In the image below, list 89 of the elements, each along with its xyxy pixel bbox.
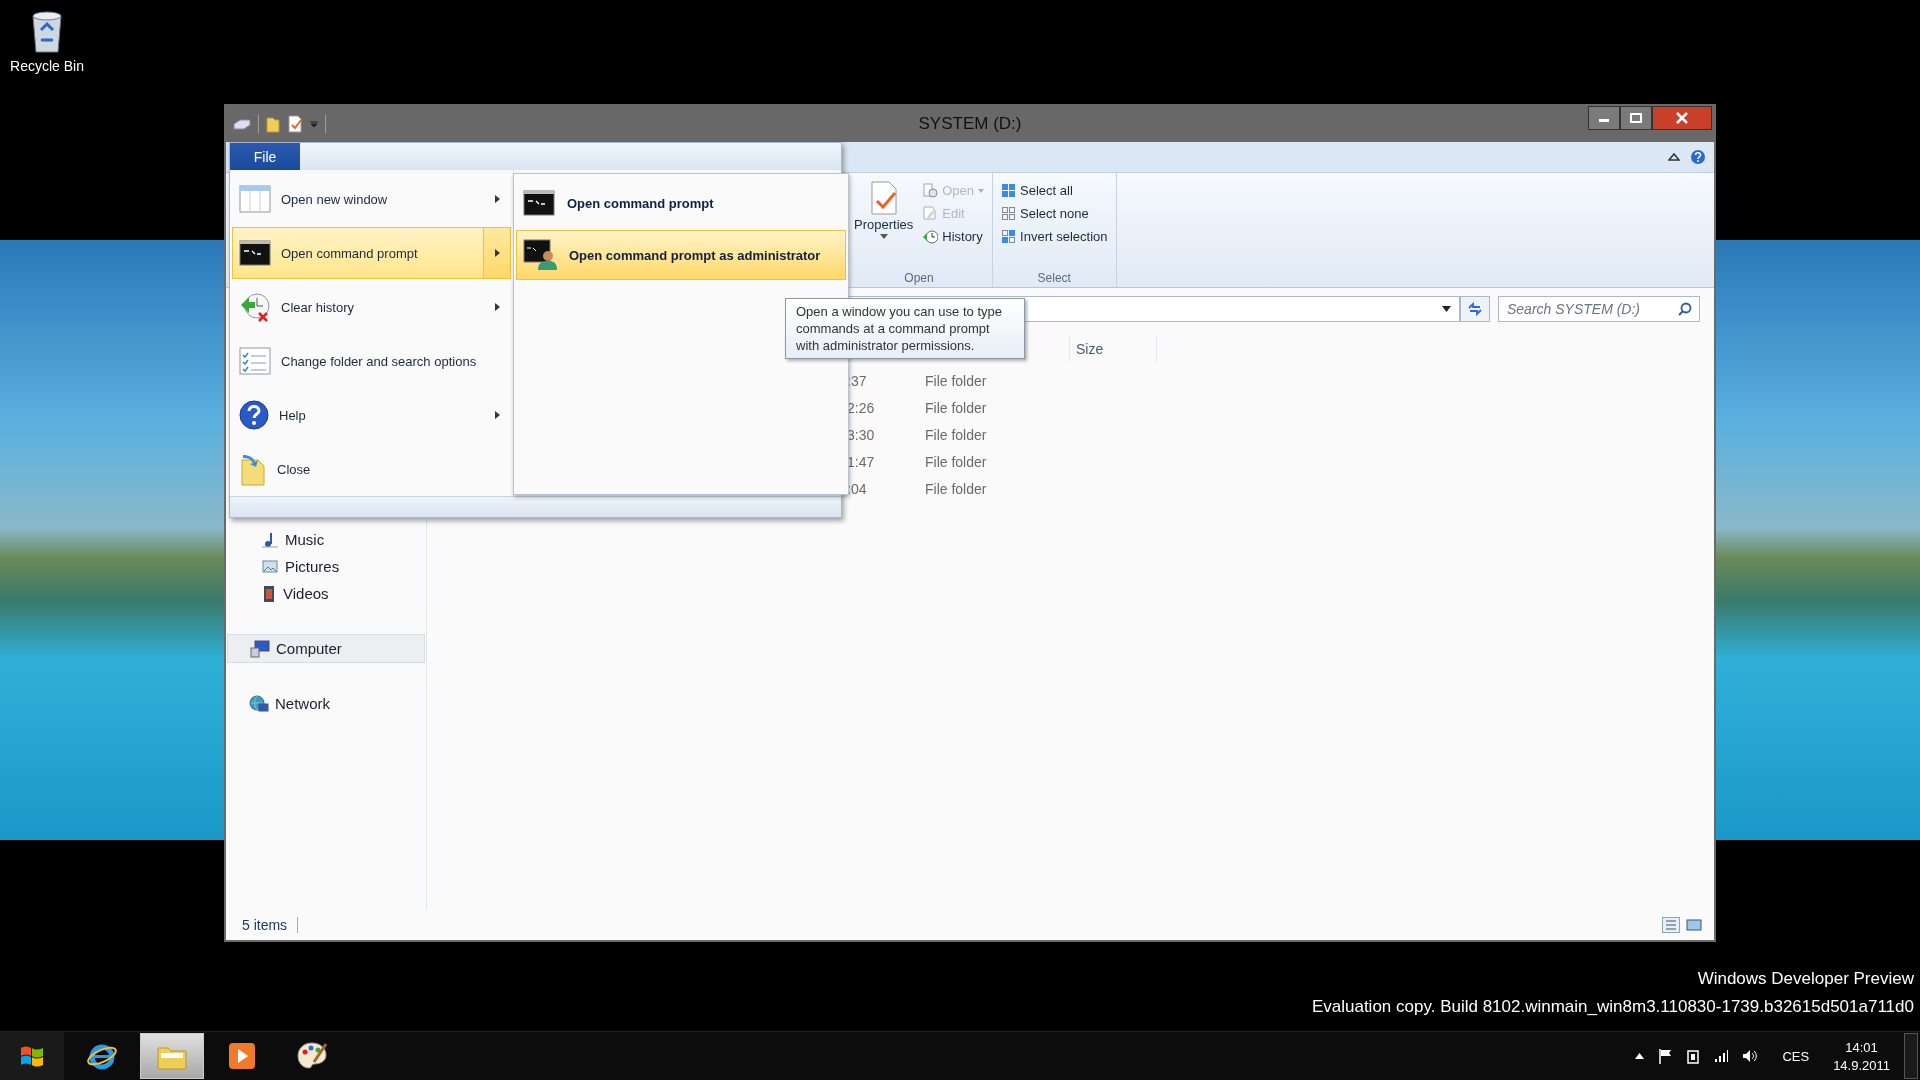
close-button[interactable] bbox=[1652, 106, 1712, 130]
collapse-ribbon-icon[interactable] bbox=[1668, 152, 1680, 162]
menu-item[interactable]: Open new window bbox=[232, 173, 511, 226]
globe-computer-icon bbox=[249, 694, 269, 713]
thumbnails-view-icon[interactable] bbox=[1686, 918, 1702, 932]
play-icon bbox=[226, 1040, 258, 1072]
chevron-right-icon bbox=[494, 195, 500, 204]
item-count: 5 items bbox=[242, 917, 299, 933]
table-cell-text: :37 bbox=[847, 372, 868, 389]
tooltip: Open a window you can use to type commands at a command prompt with administrator permissions. bbox=[785, 298, 1025, 359]
ribbon-button: Edit bbox=[921, 204, 987, 223]
table-cell: File folder bbox=[925, 480, 987, 497]
close-icon bbox=[1675, 112, 1689, 124]
menu-item[interactable]: Close bbox=[232, 443, 511, 496]
nav-item[interactable]: Music bbox=[227, 526, 425, 553]
nav-item[interactable]: Pictures bbox=[227, 553, 425, 580]
table-cell-text: 3:30 bbox=[847, 426, 876, 443]
nav-item[interactable]: Network bbox=[227, 690, 425, 717]
refresh-icon bbox=[1467, 302, 1483, 316]
table-cell: File folder bbox=[925, 372, 987, 389]
column-header[interactable]: Size bbox=[1069, 336, 1157, 362]
menu-item[interactable]: Open command prompt bbox=[232, 227, 511, 280]
flag-icon[interactable] bbox=[1658, 1048, 1673, 1064]
help-icon[interactable] bbox=[1690, 149, 1706, 165]
chevron-right-icon bbox=[494, 411, 500, 420]
menu-item[interactable]: Help bbox=[232, 389, 511, 442]
language-indicator[interactable]: CES bbox=[1782, 1048, 1810, 1064]
command-prompt-icon bbox=[239, 240, 271, 267]
clock-date[interactable]: 14.9.2011 bbox=[1833, 1057, 1890, 1073]
window-icon bbox=[239, 185, 271, 214]
drive-icon[interactable] bbox=[232, 118, 252, 130]
minimize-button[interactable] bbox=[1588, 106, 1620, 130]
folder-arrow-icon bbox=[239, 452, 267, 487]
caret-icon bbox=[978, 188, 985, 193]
group-label: Open bbox=[903, 271, 935, 285]
submenu-item[interactable]: Open command prompt bbox=[516, 178, 846, 228]
group-label: Select bbox=[1036, 271, 1072, 285]
dropdown-icon[interactable] bbox=[1442, 306, 1451, 312]
nav-item[interactable]: Computer bbox=[227, 634, 425, 663]
maximize-icon bbox=[1630, 113, 1642, 123]
watermark-text: Windows Developer Preview bbox=[1697, 969, 1914, 989]
table-cell-text: 1:47 bbox=[847, 453, 876, 470]
ribbon-button[interactable]: Select all bbox=[999, 181, 1110, 200]
command-prompt-icon bbox=[523, 190, 555, 216]
invert-selection-icon bbox=[1001, 229, 1017, 244]
music-note-icon bbox=[261, 530, 279, 549]
clock-arrow-icon bbox=[923, 229, 939, 244]
computer-icon bbox=[250, 639, 270, 658]
window-title: SYSTEM (D:) bbox=[918, 114, 1022, 134]
menu-item[interactable]: Change folder and search options bbox=[232, 335, 511, 388]
submenu-item[interactable]: Open command prompt as administrator bbox=[516, 230, 846, 280]
folder-icon[interactable] bbox=[265, 115, 281, 133]
clock-time[interactable]: 14:01 bbox=[1845, 1039, 1878, 1055]
pictures-icon bbox=[261, 558, 279, 575]
search-field[interactable]: Search SYSTEM (D:) bbox=[1498, 296, 1700, 322]
checklist-icon bbox=[239, 347, 271, 376]
clock-delete-icon bbox=[239, 291, 271, 324]
maximize-button[interactable] bbox=[1620, 106, 1652, 130]
start-button[interactable] bbox=[0, 1032, 64, 1080]
chevron-right-icon bbox=[494, 303, 500, 312]
properties-button[interactable]: Properties bbox=[852, 177, 916, 271]
table-cell-text: :04 bbox=[847, 480, 868, 497]
speaker-icon[interactable] bbox=[1742, 1049, 1759, 1063]
select-none-icon bbox=[1001, 206, 1017, 221]
select-all-icon bbox=[1001, 183, 1017, 198]
ribbon-button[interactable]: History bbox=[921, 227, 987, 246]
pencil-document-icon bbox=[923, 206, 939, 221]
nav-item[interactable]: Videos bbox=[227, 580, 425, 607]
show-hidden-icons-icon[interactable] bbox=[1635, 1053, 1645, 1059]
search-icon[interactable] bbox=[1678, 302, 1692, 316]
command-prompt-user-icon bbox=[523, 239, 557, 271]
table-cell: File folder bbox=[925, 399, 987, 416]
document-check-icon bbox=[868, 181, 899, 215]
table-cell: File folder bbox=[925, 453, 987, 470]
signal-icon[interactable] bbox=[1714, 1050, 1729, 1062]
table-cell: File folder bbox=[925, 426, 987, 443]
chevron-right-icon bbox=[494, 249, 500, 258]
ribbon-button[interactable]: Invert selection bbox=[999, 227, 1110, 246]
menu-item[interactable]: Clear history bbox=[232, 281, 511, 334]
ribbon-button: Open bbox=[921, 181, 987, 200]
watermark-text: Evaluation copy. Build 8102.winmain_win8m3.110830-1739.b32615d501a711d0 bbox=[1311, 997, 1914, 1017]
refresh-button[interactable] bbox=[1460, 296, 1490, 322]
palette-icon bbox=[296, 1040, 328, 1072]
desktop-icon[interactable]: Recycle Bin bbox=[4, 6, 90, 74]
help-icon bbox=[239, 400, 269, 431]
document-check-icon[interactable] bbox=[287, 115, 303, 133]
film-icon bbox=[261, 584, 277, 603]
file-tab[interactable]: File bbox=[230, 143, 300, 171]
ribbon-button[interactable]: Select none bbox=[999, 204, 1110, 223]
